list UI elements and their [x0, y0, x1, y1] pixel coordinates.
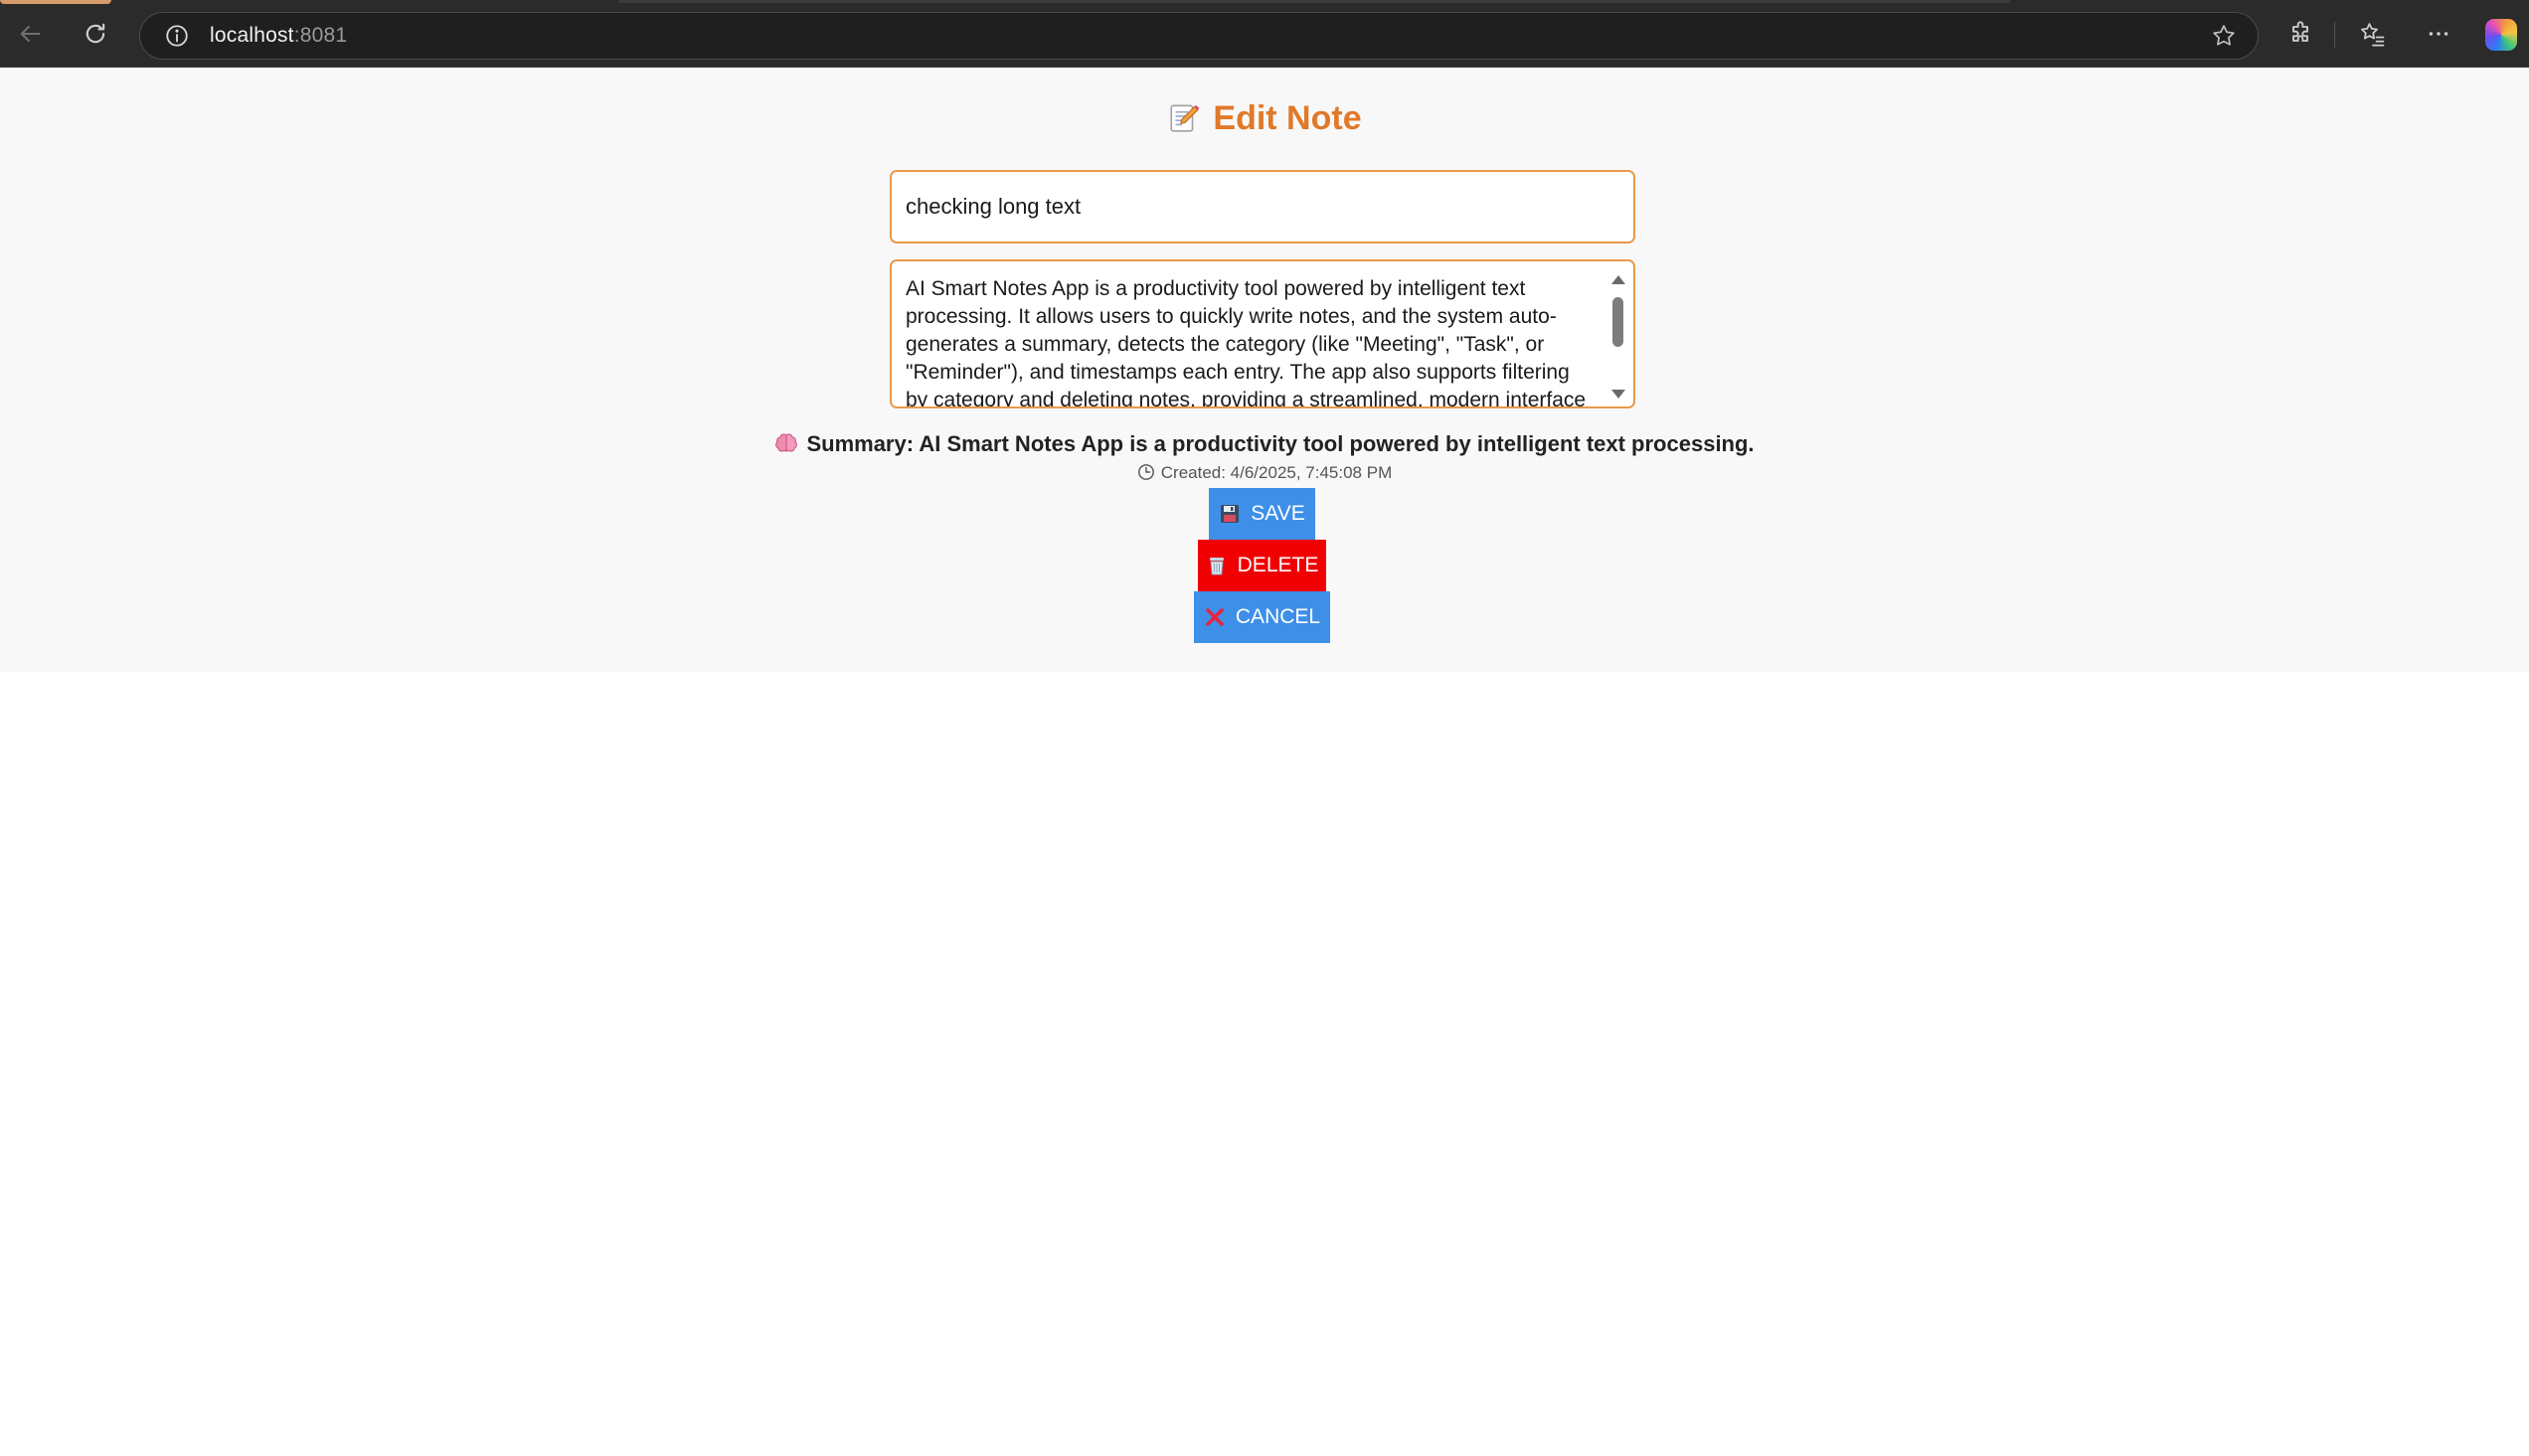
- summary-text: Summary: AI Smart Notes App is a product…: [806, 431, 1755, 456]
- tab-strip: [618, 0, 2010, 3]
- note-title-input[interactable]: [890, 170, 1635, 243]
- floppy-disk-icon: [1221, 505, 1240, 523]
- textarea-scrollbar[interactable]: [1603, 263, 1631, 406]
- browser-toolbar: localhost:8081: [0, 0, 2529, 68]
- page-title-text: Edit Note: [1213, 99, 1362, 137]
- back-arrow-icon[interactable]: [10, 14, 50, 54]
- wastebasket-icon: [1209, 558, 1224, 575]
- url-port: :8081: [293, 24, 348, 47]
- save-button-label: SAVE: [1251, 502, 1305, 525]
- delete-button-label: DELETE: [1237, 554, 1319, 576]
- created-timestamp: Created: 4/6/2025, 7:45:08 PM: [0, 463, 2529, 483]
- created-text: Created: 4/6/2025, 7:45:08 PM: [1160, 463, 1393, 482]
- cancel-button-label: CANCEL: [1235, 605, 1321, 628]
- extensions-puzzle-icon[interactable]: [2283, 17, 2317, 51]
- reload-icon[interactable]: [76, 14, 115, 54]
- page-title: Edit Note: [0, 99, 2529, 138]
- brain-icon: [775, 433, 798, 452]
- delete-button[interactable]: DELETE: [1198, 540, 1326, 591]
- note-body-text: AI Smart Notes App is a productivity too…: [906, 277, 1587, 408]
- favorite-star-icon[interactable]: [2210, 22, 2238, 50]
- scroll-down-arrow-icon[interactable]: [1611, 390, 1625, 399]
- cancel-button[interactable]: CANCEL: [1194, 591, 1330, 643]
- scrollbar-thumb[interactable]: [1612, 297, 1623, 347]
- summary-line: Summary: AI Smart Notes App is a product…: [0, 431, 2529, 457]
- scroll-up-arrow-icon[interactable]: [1611, 275, 1625, 284]
- address-bar[interactable]: localhost:8081: [139, 12, 2259, 60]
- url-text[interactable]: localhost:8081: [210, 24, 347, 48]
- copilot-icon[interactable]: [2485, 19, 2517, 51]
- favorites-list-icon[interactable]: [2356, 17, 2390, 51]
- note-body-textarea[interactable]: AI Smart Notes App is a productivity too…: [890, 259, 1635, 408]
- memo-icon: [1170, 104, 1200, 132]
- toolbar-separator: [2334, 22, 2335, 48]
- clock-icon: [1137, 464, 1154, 480]
- edit-note-page: Edit Note AI Smart Notes App is a produc…: [0, 68, 2529, 672]
- more-menu-icon[interactable]: [2422, 17, 2455, 51]
- save-button[interactable]: SAVE: [1209, 488, 1315, 540]
- url-host: localhost: [210, 24, 294, 47]
- active-tab-indicator: [0, 0, 111, 4]
- cross-mark-icon: [1206, 608, 1224, 626]
- site-info-icon[interactable]: [164, 23, 190, 49]
